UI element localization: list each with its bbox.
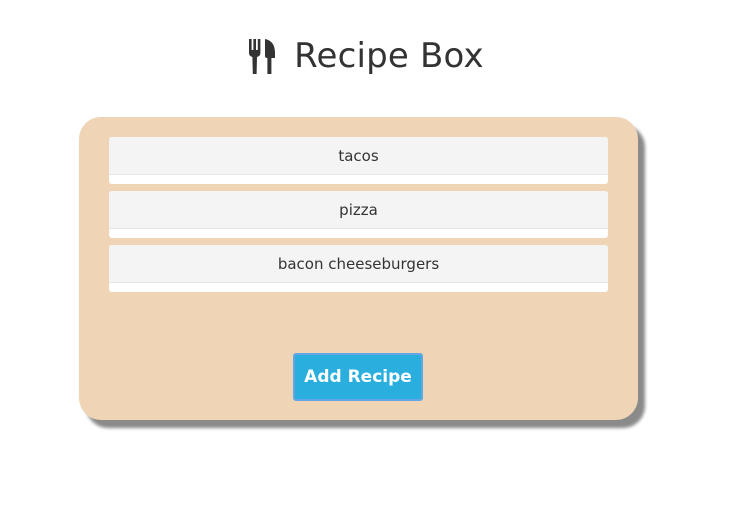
recipe-item-tacos[interactable]: tacos: [109, 137, 608, 184]
recipe-box-page: Recipe Box tacos pizza bacon cheeseburge…: [0, 0, 732, 512]
recipe-item-pizza[interactable]: pizza: [109, 191, 608, 238]
page-header: Recipe Box: [0, 34, 732, 78]
add-recipe-button[interactable]: Add Recipe: [293, 353, 423, 401]
cutlery-icon: [248, 39, 278, 75]
recipe-item-label: pizza: [109, 191, 608, 229]
recipe-item-label: tacos: [109, 137, 608, 175]
page-title: Recipe Box: [294, 36, 484, 76]
recipe-list: tacos pizza bacon cheeseburgers: [109, 137, 608, 299]
recipe-item-bacon-cheeseburgers[interactable]: bacon cheeseburgers: [109, 245, 608, 292]
recipe-box-panel: tacos pizza bacon cheeseburgers Add Reci…: [79, 117, 638, 420]
recipe-item-label: bacon cheeseburgers: [109, 245, 608, 283]
